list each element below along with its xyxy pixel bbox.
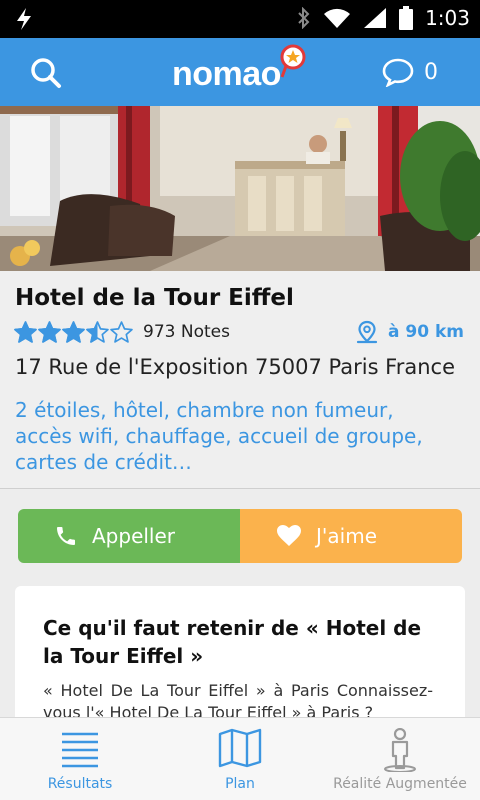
tags-line: 2 étoiles, hôtel, chambre non fumeur,	[15, 398, 394, 422]
star-icon	[110, 321, 133, 343]
bottom-nav: Résultats Plan Réalité Augmentée	[0, 717, 480, 800]
notes-count[interactable]: 973 Notes	[143, 322, 230, 342]
status-bar: 1:03	[0, 0, 480, 38]
flash-icon	[17, 8, 31, 30]
hotel-name: Hotel de la Tour Eiffel	[15, 285, 294, 311]
hotel-photo	[0, 106, 480, 271]
card-title: Ce qu'il faut retenir de « Hotel de la T…	[43, 616, 422, 668]
tags-line: accès wifi, chauffage, accueil de groupe…	[15, 424, 423, 448]
hotel-info: Hotel de la Tour Eiffel 973 Notes à 90 k…	[0, 271, 480, 489]
star-icon	[38, 321, 61, 343]
map-icon	[218, 728, 262, 768]
star-icon	[86, 321, 109, 343]
nav-map-label: Plan	[225, 776, 255, 792]
rating: 973 Notes	[14, 321, 230, 343]
logo-text: nomao	[172, 55, 281, 93]
star-icon	[14, 321, 37, 343]
distance: à 90 km	[356, 320, 464, 344]
tags-line: cartes de crédit…	[15, 450, 192, 474]
like-button[interactable]: J'aime	[240, 509, 462, 563]
phone-icon	[57, 527, 75, 545]
nav-results-label: Résultats	[47, 776, 113, 792]
action-buttons: Appeller J'aime	[18, 509, 462, 563]
logo-pin-icon	[280, 44, 306, 78]
nav-map[interactable]: Plan	[160, 718, 320, 800]
address: 17 Rue de l'Exposition 75007 Paris Franc…	[15, 355, 456, 379]
bluetooth-icon	[298, 7, 310, 29]
star-icon	[62, 321, 85, 343]
distance-text: à 90 km	[388, 322, 464, 342]
nav-augmented-reality[interactable]: Réalité Augmentée	[320, 718, 480, 800]
list-icon	[62, 732, 98, 768]
person-icon	[384, 728, 416, 772]
app-bar: nomao 0	[0, 38, 480, 106]
amenity-tags[interactable]: 2 étoiles, hôtel, chambre non fumeur, ac…	[15, 397, 465, 475]
like-label: J'aime	[316, 524, 377, 548]
nomao-logo[interactable]: nomao	[172, 44, 312, 98]
message-icon	[382, 58, 414, 87]
status-time: 1:03	[425, 6, 470, 30]
nav-results[interactable]: Résultats	[0, 718, 160, 800]
call-button[interactable]: Appeller	[18, 509, 240, 563]
signal-icon	[364, 8, 387, 28]
location-pin-icon	[356, 320, 378, 344]
battery-icon	[399, 6, 414, 30]
rating-stars	[14, 321, 133, 343]
call-label: Appeller	[92, 524, 176, 548]
nav-ar-label: Réalité Augmentée	[333, 776, 467, 792]
message-count: 0	[424, 59, 438, 85]
wifi-icon	[324, 8, 351, 28]
messages-button[interactable]: 0	[382, 57, 438, 87]
heart-icon	[277, 525, 301, 546]
search-icon[interactable]	[30, 57, 62, 89]
